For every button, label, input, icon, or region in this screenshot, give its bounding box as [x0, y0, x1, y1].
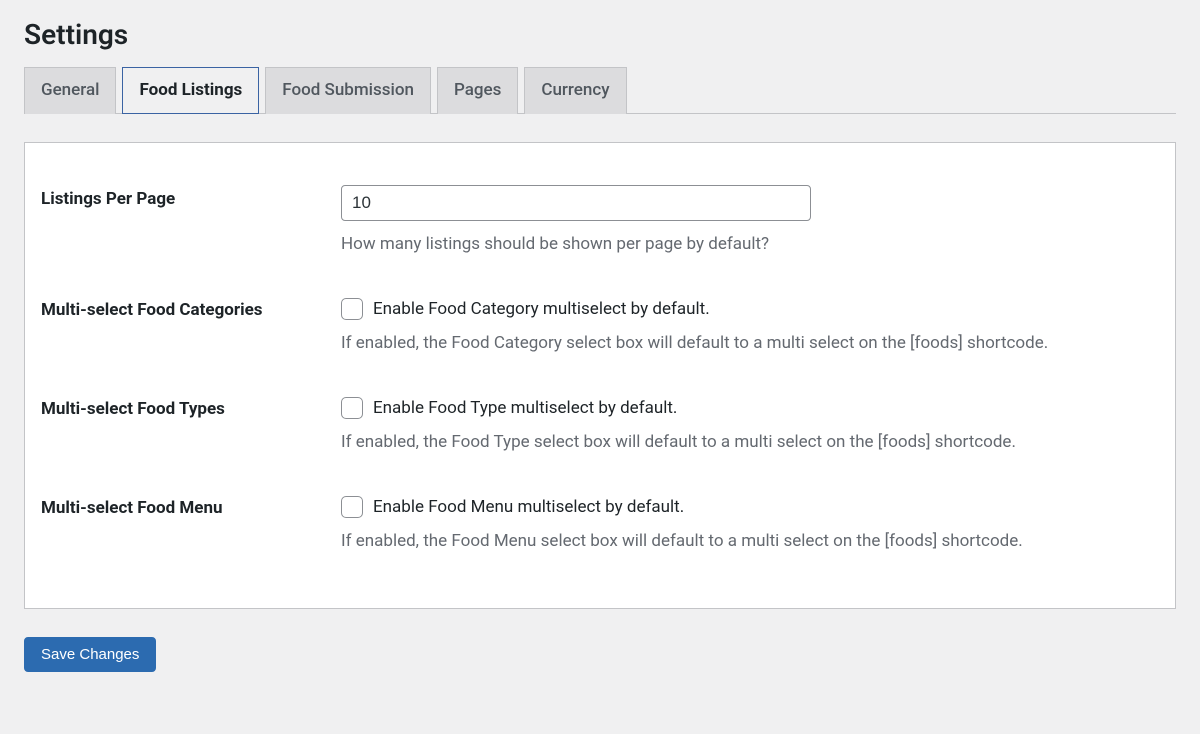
form-table: Listings Per Page How many listings shou…	[41, 171, 1159, 580]
tab-wrapper: General Food Listings Food Submission Pa…	[24, 67, 1176, 114]
multi-types-checkbox[interactable]	[341, 397, 363, 419]
multi-menu-label: Multi-select Food Menu	[41, 498, 223, 518]
multi-categories-checkbox[interactable]	[341, 298, 363, 320]
page-title: Settings	[24, 0, 1176, 67]
multi-types-description: If enabled, the Food Type select box wil…	[341, 429, 1159, 456]
multi-menu-description: If enabled, the Food Menu select box wil…	[341, 528, 1159, 555]
multi-types-label: Multi-select Food Types	[41, 399, 225, 419]
multi-types-checkbox-label[interactable]: Enable Food Type multiselect by default.	[373, 398, 677, 418]
multi-categories-checkbox-label[interactable]: Enable Food Category multiselect by defa…	[373, 299, 710, 319]
tab-pages[interactable]: Pages	[437, 67, 518, 114]
settings-panel: Listings Per Page How many listings shou…	[24, 142, 1176, 609]
tab-food-listings[interactable]: Food Listings	[122, 67, 259, 114]
tab-food-submission[interactable]: Food Submission	[265, 67, 431, 114]
multi-categories-label: Multi-select Food Categories	[41, 300, 263, 320]
multi-categories-description: If enabled, the Food Category select box…	[341, 330, 1159, 357]
listings-per-page-description: How many listings should be shown per pa…	[341, 231, 1159, 258]
listings-per-page-input[interactable]	[341, 185, 811, 221]
tab-general[interactable]: General	[24, 67, 116, 114]
listings-per-page-label: Listings Per Page	[41, 189, 175, 209]
save-changes-button[interactable]: Save Changes	[24, 637, 156, 672]
multi-menu-checkbox-label[interactable]: Enable Food Menu multiselect by default.	[373, 497, 684, 517]
multi-menu-checkbox[interactable]	[341, 496, 363, 518]
tab-currency[interactable]: Currency	[524, 67, 626, 114]
